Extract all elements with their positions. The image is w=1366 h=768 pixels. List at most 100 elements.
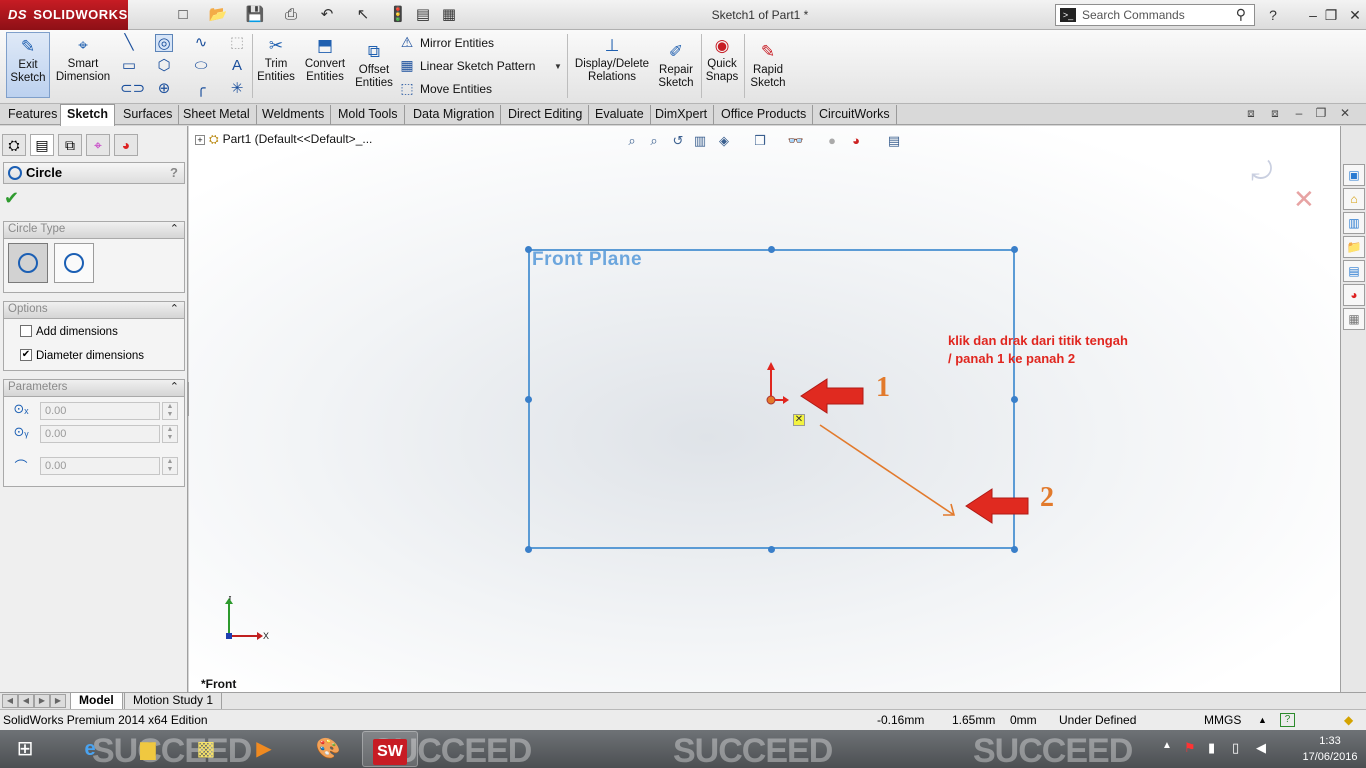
convert-entities-button[interactable]: ⬒ Convert Entities	[300, 36, 350, 84]
tab-sheet-metal[interactable]: Sheet Metal	[177, 105, 257, 125]
rapid-sketch-button[interactable]: ✎ Rapid Sketch	[748, 42, 788, 90]
fillet-icon[interactable]: ╭	[192, 80, 210, 98]
linear-sketch-pattern-button[interactable]: ▦ Linear Sketch Pattern	[398, 55, 535, 75]
search-commands-input[interactable]: >_ Search Commands ⚲	[1055, 4, 1255, 26]
rectangle-icon[interactable]: ▭	[120, 57, 138, 75]
last-tab-icon[interactable]: ▶	[50, 694, 66, 708]
center-x-input[interactable]: 0.00	[40, 402, 160, 420]
options-icon[interactable]: ▦	[436, 5, 462, 25]
collapse-chevron-icon[interactable]: ⌃	[170, 302, 179, 315]
center-y-spinner[interactable]: ▲ ▼	[162, 425, 178, 443]
solidworks-resources-icon[interactable]: ▣	[1343, 164, 1365, 186]
tab-weldments[interactable]: Weldments	[256, 105, 332, 125]
file-explorer-taskbar-icon[interactable]: ▆	[120, 731, 176, 767]
configuration-manager-tab-icon[interactable]: ⧉	[58, 134, 82, 156]
text-icon[interactable]: A	[228, 57, 246, 75]
slot-icon[interactable]: ⊂⊃	[120, 80, 145, 98]
doc-close-icon[interactable]: ✕	[1336, 106, 1354, 122]
tab-dimxpert[interactable]: DimXpert	[649, 105, 715, 125]
tile-left-icon[interactable]: ⧈	[1242, 106, 1260, 122]
previous-view-icon[interactable]: ↺	[669, 132, 687, 150]
polygon-icon[interactable]: ⬡	[155, 57, 173, 75]
select-cursor-icon[interactable]: ↖	[350, 5, 376, 25]
radius-input[interactable]: 0.00	[40, 457, 160, 475]
repair-sketch-button[interactable]: ✐ Repair Sketch	[656, 42, 696, 90]
doc-restore-icon[interactable]: ❐	[1312, 106, 1330, 122]
diameter-dimensions-option[interactable]: ✔ Diameter dimensions	[20, 349, 144, 365]
point-icon[interactable]: ⊕	[155, 80, 173, 98]
radius-spinner[interactable]: ▲ ▼	[162, 457, 178, 475]
unit-system[interactable]: MMGS	[1204, 713, 1241, 727]
solidworks-taskbar-button[interactable]: SW	[362, 731, 418, 767]
circle-icon[interactable]: ◎	[155, 34, 173, 52]
feature-manager-tab-icon[interactable]: ⛭	[2, 134, 26, 156]
first-tab-icon[interactable]: ◀	[2, 694, 18, 708]
dimxpert-manager-tab-icon[interactable]: ⌖	[86, 134, 110, 156]
linear-pattern-dropdown-icon[interactable]: ▼	[554, 62, 562, 71]
spline-icon[interactable]: ∿	[192, 34, 210, 52]
plane-handle[interactable]	[1011, 396, 1018, 403]
confirmation-corner-sketch-icon[interactable]: ⤾	[1251, 156, 1273, 188]
custom-properties-icon[interactable]: ▦	[1343, 308, 1365, 330]
center-y-input[interactable]: 0.00	[40, 425, 160, 443]
edit-appearance-icon[interactable]: ◕	[847, 132, 865, 150]
circle-type-group-header[interactable]: Circle Type ⌃	[3, 221, 185, 239]
flyout-feature-tree[interactable]: + ⛭ Part1 (Default<<Default>_...	[195, 132, 372, 147]
appearances-icon[interactable]: ◕	[1343, 284, 1365, 306]
tab-features[interactable]: Features	[2, 105, 65, 125]
quick-snaps-button[interactable]: ◉ Quick Snaps	[704, 36, 740, 84]
collapse-chevron-icon[interactable]: ⌃	[170, 222, 179, 235]
tab-circuitworks[interactable]: CircuitWorks	[813, 105, 897, 125]
new-document-icon[interactable]: □	[170, 5, 196, 25]
unit-menu-arrow-icon[interactable]: ▲	[1258, 715, 1267, 725]
help-status-icon[interactable]: ?	[1280, 713, 1295, 727]
print-icon[interactable]: ⎙	[278, 5, 304, 25]
next-tab-icon[interactable]: ▶	[34, 694, 50, 708]
ok-check-icon[interactable]: ✔	[4, 188, 19, 209]
perimeter-circle-button[interactable]	[54, 243, 94, 283]
view-orientation-icon[interactable]: ❒	[751, 132, 769, 150]
save-icon[interactable]: 💾	[242, 5, 268, 25]
doc-minimize-icon[interactable]: –	[1290, 106, 1308, 122]
rebuild-status-icon[interactable]: ◆	[1344, 713, 1353, 727]
graphics-area[interactable]: + ⛭ Part1 (Default<<Default>_... ⌕ ⌕ ↺ ▥ ◈…	[189, 126, 1340, 692]
tab-data-migration[interactable]: Data Migration	[407, 105, 502, 125]
offset-entities-button[interactable]: ⧉ Offset Entities	[352, 42, 396, 90]
parameters-group-header[interactable]: Parameters ⌃	[3, 379, 185, 397]
center-x-spinner[interactable]: ▲ ▼	[162, 402, 178, 420]
rebuild-traffic-light-icon[interactable]: 🚦	[385, 5, 411, 25]
display-manager-tab-icon[interactable]: ◕	[114, 134, 138, 156]
plane-handle[interactable]	[1011, 246, 1018, 253]
system-clock[interactable]: 1:33 17/06/2016	[1300, 733, 1360, 765]
network-status-icon[interactable]: ⚑	[1184, 740, 1196, 756]
line-icon[interactable]: ╲	[120, 34, 138, 52]
file-properties-icon[interactable]: ▤	[410, 5, 436, 25]
display-style-icon[interactable]: 👓	[787, 132, 805, 150]
undo-icon[interactable]: ↶	[314, 5, 340, 25]
options-group-header[interactable]: Options ⌃	[3, 301, 185, 319]
trim-entities-button[interactable]: ✂ Trim Entities	[256, 36, 296, 84]
plane-handle[interactable]	[768, 546, 775, 553]
zoom-to-fit-icon[interactable]: ⌕	[623, 132, 641, 150]
plane-handle[interactable]	[525, 396, 532, 403]
exit-sketch-button[interactable]: ✎ Exit Sketch	[6, 32, 50, 98]
section-view-icon[interactable]: ▥	[691, 132, 709, 150]
media-player-icon[interactable]: ▶	[236, 731, 292, 767]
add-dimensions-option[interactable]: Add dimensions	[20, 325, 118, 341]
property-manager-tab-icon[interactable]: ▤	[30, 134, 54, 156]
help-icon[interactable]: ?	[1262, 5, 1284, 25]
display-delete-relations-button[interactable]: ⊥ Display/Delete Relations	[572, 36, 652, 84]
add-dimensions-checkbox[interactable]	[20, 325, 32, 337]
home-icon[interactable]: ⌂	[1343, 188, 1365, 210]
help-icon[interactable]: ?	[170, 163, 178, 183]
search-icon[interactable]: ⚲	[1236, 6, 1246, 23]
plane-handle[interactable]	[525, 546, 532, 553]
open-folder-icon[interactable]: 📂	[205, 5, 231, 25]
tile-right-icon[interactable]: ⧈	[1266, 106, 1284, 122]
tab-direct-editing[interactable]: Direct Editing	[502, 105, 590, 125]
plane-handle[interactable]	[525, 246, 532, 253]
center-circle-button[interactable]	[8, 243, 48, 283]
close-icon[interactable]: ✕	[1344, 5, 1366, 25]
tab-evaluate[interactable]: Evaluate	[589, 105, 651, 125]
smart-dimension-button[interactable]: ⌖ Smart Dimension	[54, 36, 112, 84]
